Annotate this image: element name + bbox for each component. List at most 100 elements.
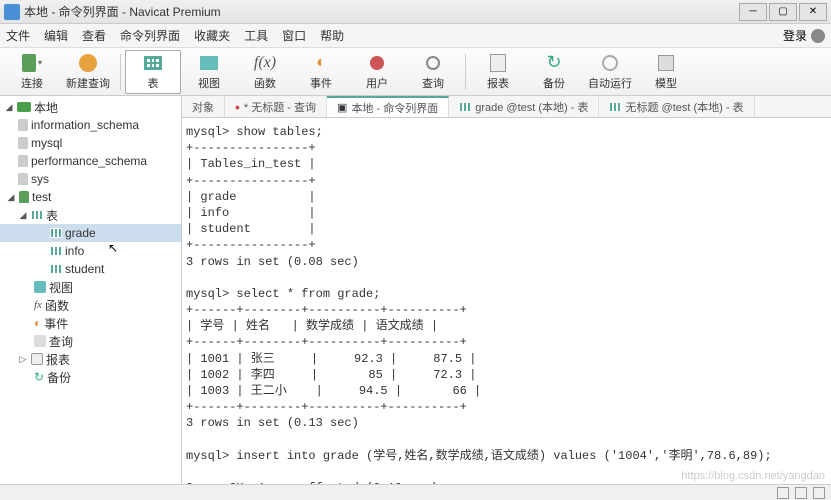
tree-db[interactable]: information_schema: [0, 116, 181, 134]
status-bar: [0, 484, 831, 500]
menu-edit[interactable]: 编辑: [44, 27, 68, 44]
tab-cmdline[interactable]: ▣本地 - 命令列界面: [327, 96, 449, 117]
terminal-output[interactable]: mysql> show tables; +----------------+ |…: [182, 118, 831, 484]
tree-backups[interactable]: ↻备份: [0, 368, 181, 386]
database-icon: [19, 191, 29, 203]
view-icon: [34, 281, 46, 293]
app-icon: [4, 4, 20, 20]
user-button[interactable]: 用户: [349, 50, 405, 94]
database-icon: [18, 173, 28, 185]
tree-table-student[interactable]: student: [0, 260, 181, 278]
tab-untitled-query[interactable]: •* 无标题 - 查询: [225, 96, 327, 117]
connect-button[interactable]: ▾连接: [4, 50, 60, 94]
tab-grade[interactable]: grade @test (本地) - 表: [449, 96, 599, 117]
tree-db[interactable]: performance_schema: [0, 152, 181, 170]
status-list-icon[interactable]: [813, 487, 825, 499]
backup-icon: ↻: [546, 52, 561, 73]
report-icon: [490, 54, 506, 72]
model-icon: [658, 55, 674, 71]
table-button[interactable]: 表: [125, 50, 181, 94]
event-icon: ◐: [316, 54, 326, 72]
autorun-button[interactable]: 自动运行: [582, 50, 638, 94]
unsaved-dot-icon: •: [235, 99, 240, 115]
query-label: 查询: [422, 75, 444, 91]
new-query-button[interactable]: 新建查询: [60, 50, 116, 94]
table-icon: [31, 210, 43, 220]
user-icon: [370, 56, 384, 70]
tree-table-info[interactable]: info: [0, 242, 181, 260]
table-icon: [50, 264, 62, 274]
model-button[interactable]: 模型: [638, 50, 694, 94]
tree-connection[interactable]: ◢本地: [0, 98, 181, 116]
user-label: 用户: [366, 75, 388, 91]
close-button[interactable]: ✕: [799, 3, 827, 21]
database-icon: [18, 137, 28, 149]
status-detail-icon[interactable]: [795, 487, 807, 499]
table-icon: [50, 228, 62, 238]
menu-file[interactable]: 文件: [6, 27, 30, 44]
separator: [120, 54, 121, 90]
tab-untitled-table[interactable]: 无标题 @test (本地) - 表: [599, 96, 754, 117]
table-icon: [144, 56, 162, 70]
tree-functions[interactable]: fx函数: [0, 296, 181, 314]
maximize-button[interactable]: ▢: [769, 3, 797, 21]
status-grid-icon[interactable]: [777, 487, 789, 499]
query-icon: [79, 54, 97, 72]
menu-view[interactable]: 查看: [82, 27, 106, 44]
function-label: 函数: [254, 75, 276, 91]
event-icon: ◐: [34, 316, 41, 330]
backup-icon: ↻: [34, 370, 44, 384]
tree-tables-folder[interactable]: ◢表: [0, 206, 181, 224]
connect-label: 连接: [21, 75, 43, 91]
report-button[interactable]: 报表: [470, 50, 526, 94]
function-button[interactable]: f(x) 函数: [237, 50, 293, 94]
database-icon: [18, 119, 28, 131]
report-icon: [31, 353, 43, 365]
table-icon: [50, 246, 62, 256]
search-icon: [426, 56, 440, 70]
watermark: https://blog.csdn.net/yangdan: [681, 470, 825, 482]
autorun-label: 自动运行: [588, 75, 632, 91]
new-query-label: 新建查询: [66, 75, 110, 91]
query-button[interactable]: 查询: [405, 50, 461, 94]
tree-events[interactable]: ◐事件: [0, 314, 181, 332]
event-label: 事件: [310, 75, 332, 91]
table-label: 表: [148, 75, 159, 91]
table-icon: [609, 102, 621, 112]
minimize-button[interactable]: ─: [739, 3, 767, 21]
database-icon: [18, 155, 28, 167]
connection-label: 本地: [34, 99, 58, 116]
menu-help[interactable]: 帮助: [320, 27, 344, 44]
tree-table-grade[interactable]: grade: [0, 224, 181, 242]
menu-tools[interactable]: 工具: [244, 27, 268, 44]
menu-favorites[interactable]: 收藏夹: [194, 27, 230, 44]
tree-db[interactable]: mysql: [0, 134, 181, 152]
backup-button[interactable]: ↻ 备份: [526, 50, 582, 94]
view-button[interactable]: 视图: [181, 50, 237, 94]
view-label: 视图: [198, 75, 220, 91]
report-label: 报表: [487, 75, 509, 91]
backup-label: 备份: [543, 75, 565, 91]
tree-db[interactable]: sys: [0, 170, 181, 188]
login-link[interactable]: 登录: [783, 27, 807, 44]
view-icon: [200, 56, 218, 70]
table-icon: [459, 102, 471, 112]
terminal-icon: ▣: [337, 101, 347, 114]
tab-object[interactable]: 对象: [182, 96, 225, 117]
tree-queries[interactable]: 查询: [0, 332, 181, 350]
tree-db-test[interactable]: ◢test: [0, 188, 181, 206]
sidebar: ◢本地 information_schema mysql performance…: [0, 96, 182, 484]
tree-views[interactable]: 视图: [0, 278, 181, 296]
clock-icon: [602, 55, 618, 71]
separator: [465, 54, 466, 90]
tree-reports[interactable]: ▷报表: [0, 350, 181, 368]
user-avatar-icon[interactable]: [811, 29, 825, 43]
function-icon: fx: [34, 299, 42, 311]
menu-window[interactable]: 窗口: [282, 27, 306, 44]
menu-cmdline[interactable]: 命令列界面: [120, 27, 180, 44]
event-button[interactable]: ◐ 事件: [293, 50, 349, 94]
function-icon: f(x): [254, 54, 276, 72]
link-icon: [22, 54, 36, 72]
connection-icon: [17, 102, 31, 112]
window-title: 本地 - 命令列界面 - Navicat Premium: [24, 3, 739, 20]
